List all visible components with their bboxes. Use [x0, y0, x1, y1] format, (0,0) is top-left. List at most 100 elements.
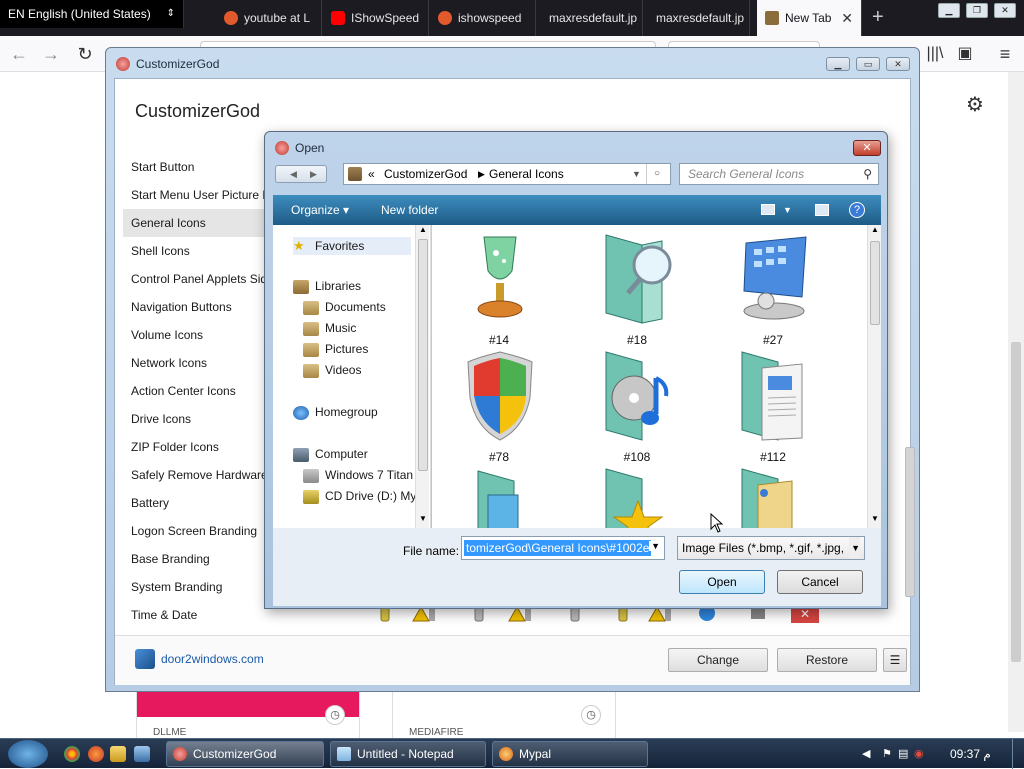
scroll-up-icon[interactable]: ▲ [871, 225, 879, 234]
sidebar-item-shell-icons[interactable]: Shell Icons [123, 237, 283, 265]
sidebar-item-time-date[interactable]: Time & Date [123, 601, 283, 629]
sidebar-item-action-center-icons[interactable]: Action Center Icons [123, 377, 283, 405]
action-center-flag-icon[interactable]: ⚑ [882, 747, 892, 760]
file-item-14[interactable]: #14 [444, 231, 554, 347]
new-folder-button[interactable]: New folder [381, 195, 438, 225]
back-arrow-icon[interactable]: ◀ [290, 166, 297, 182]
new-tab-plus-icon[interactable]: + [872, 0, 884, 34]
close-button[interactable]: ✕ [886, 57, 910, 71]
sidebar-item-battery[interactable]: Battery [123, 489, 283, 517]
explorer-icon[interactable] [110, 746, 126, 762]
change-button[interactable]: Change [668, 648, 768, 672]
sidebar-item-safely-remove-hardware[interactable]: Safely Remove Hardware [123, 461, 283, 489]
maximize-browser-button[interactable]: ❐ [966, 3, 988, 18]
close-tab-icon[interactable]: ✕ [841, 0, 853, 36]
nav-homegroup[interactable]: Homegroup [293, 405, 378, 420]
open-button[interactable]: Open [679, 570, 765, 594]
file-item-user[interactable] [718, 465, 828, 528]
top-site-card-dllme[interactable]: ◷ DLLME [136, 690, 360, 740]
sidebar-item-start-menu-user-picture[interactable]: Start Menu User Picture F [123, 181, 283, 209]
nav-windows-drive[interactable]: Windows 7 Titan [303, 468, 413, 483]
nav-videos[interactable]: Videos [303, 363, 361, 378]
change-view-icon[interactable] [761, 204, 775, 215]
nav-documents[interactable]: Documents [303, 300, 386, 315]
file-item-pictures[interactable] [444, 465, 554, 528]
show-desktop-button[interactable] [1012, 739, 1024, 769]
maximize-button[interactable]: ▭ [856, 57, 880, 71]
top-site-card-mediafire[interactable]: ◷ MEDIAFIRE [392, 690, 616, 740]
address-breadcrumb-bar[interactable]: « CustomizerGod ▶ General Icons ▼ ○ [343, 163, 671, 185]
tab-maxresdefault-2[interactable]: maxresdefault.jp [644, 0, 750, 36]
minimize-browser-button[interactable]: ▁ [938, 3, 960, 18]
page-scrollbar-thumb[interactable] [1011, 342, 1021, 662]
file-item-108[interactable]: #108 [582, 348, 692, 464]
preview-pane-icon[interactable] [815, 204, 829, 216]
help-icon[interactable]: ? [849, 202, 865, 218]
file-item-27[interactable]: #27 [718, 231, 828, 347]
page-scrollbar[interactable] [1008, 72, 1024, 732]
customizergod-title-bar[interactable]: CustomizerGod ▁ ▭ ✕ [106, 48, 919, 76]
cancel-button[interactable]: Cancel [777, 570, 863, 594]
taskbar-button-notepad[interactable]: Untitled - Notepad [330, 741, 486, 767]
sidebar-item-base-branding[interactable]: Base Branding [123, 545, 283, 573]
scroll-up-icon[interactable]: ▲ [419, 225, 427, 234]
view-dropdown-icon[interactable]: ▼ [783, 195, 792, 225]
sidebar-item-drive-icons[interactable]: Drive Icons [123, 405, 283, 433]
taskbar-button-customizergod[interactable]: CustomizerGod [166, 741, 324, 767]
file-type-dropdown-icon[interactable]: ▼ [849, 537, 860, 559]
breadcrumb-overflow-chevron[interactable]: « [368, 164, 375, 184]
sidebar-item-logon-screen-branding[interactable]: Logon Screen Branding [123, 517, 283, 545]
file-view-scrollbar[interactable]: ▲ ▼ [867, 225, 881, 528]
icon-grid-scrollbar-thumb[interactable] [905, 447, 915, 597]
volume-muted-icon[interactable]: ◉ [914, 747, 924, 760]
icon-grid-scrollbar[interactable] [903, 187, 917, 625]
search-icon[interactable]: ⚲ [863, 164, 872, 184]
more-menu-button[interactable]: ☰ [883, 648, 907, 672]
sidebar-item-zip-folder-icons[interactable]: ZIP Folder Icons [123, 433, 283, 461]
tab-new-tab[interactable]: New Tab ✕ [757, 0, 862, 36]
nav-libraries[interactable]: Libraries [293, 279, 361, 294]
nav-cd-drive[interactable]: CD Drive (D:) My [303, 489, 416, 504]
minimize-button[interactable]: ▁ [826, 57, 850, 71]
breadcrumb-general-icons[interactable]: General Icons [489, 164, 564, 184]
sidebar-item-general-icons[interactable]: General Icons [123, 209, 283, 237]
hamburger-menu-icon[interactable]: ≡ [992, 42, 1018, 66]
search-general-icons-input[interactable]: Search General Icons ⚲ [679, 163, 879, 185]
back-forward-buttons[interactable]: ◀ ▶ [275, 165, 327, 183]
tab-youtube[interactable]: youtube at L [216, 0, 322, 36]
refresh-icon[interactable]: ○ [654, 164, 660, 184]
file-item-favorites[interactable] [582, 465, 692, 528]
breadcrumb-customizergod[interactable]: CustomizerGod [384, 164, 467, 184]
taskbar-button-mypal[interactable]: Mypal [492, 741, 648, 767]
library-icon[interactable]: |||\ [922, 42, 948, 66]
forward-arrow-icon[interactable]: ▶ [310, 166, 317, 182]
dialog-close-button[interactable]: ✕ [853, 140, 881, 156]
nav-pane-scrollbar[interactable]: ▲ ▼ [415, 225, 429, 528]
sidebar-item-navigation-buttons[interactable]: Navigation Buttons [123, 293, 283, 321]
file-item-18[interactable]: #18 [582, 231, 692, 347]
scroll-down-icon[interactable]: ▼ [871, 514, 879, 523]
sidebar-item-network-icons[interactable]: Network Icons [123, 349, 283, 377]
forward-arrow-icon[interactable]: → [38, 42, 64, 66]
reload-icon[interactable]: ↻ [72, 42, 98, 66]
show-hidden-icons-icon[interactable]: ◀ [862, 747, 870, 760]
nav-music[interactable]: Music [303, 321, 356, 336]
breadcrumb-separator-icon[interactable]: ▶ [478, 164, 485, 184]
organize-button[interactable]: Organize ▾ [291, 195, 349, 225]
back-arrow-icon[interactable]: ← [6, 42, 32, 66]
file-name-input[interactable]: tomizerGod\General Icons\#1002e ▼ [461, 536, 665, 560]
sidebar-item-control-panel-applets[interactable]: Control Panel Applets Side [123, 265, 283, 293]
page-settings-gear-icon[interactable]: ⚙ [966, 92, 984, 117]
door2windows-link[interactable]: door2windows.com [135, 649, 264, 669]
file-view-scrollbar-thumb[interactable] [870, 241, 880, 325]
sidebar-toggle-icon[interactable]: ▣ [952, 42, 978, 66]
language-selector[interactable]: EN English (United States) ⇕ [0, 0, 184, 28]
tab-maxresdefault-1[interactable]: maxresdefault.jp [537, 0, 643, 36]
file-item-112[interactable]: #112 [718, 348, 828, 464]
sidebar-item-start-button[interactable]: Start Button [123, 153, 283, 181]
file-item-78[interactable]: #78 [444, 348, 554, 464]
restore-button[interactable]: Restore [777, 648, 877, 672]
nav-pane-scrollbar-thumb[interactable] [418, 239, 428, 471]
chrome-icon[interactable] [64, 746, 80, 762]
close-browser-button[interactable]: ✕ [994, 3, 1016, 18]
